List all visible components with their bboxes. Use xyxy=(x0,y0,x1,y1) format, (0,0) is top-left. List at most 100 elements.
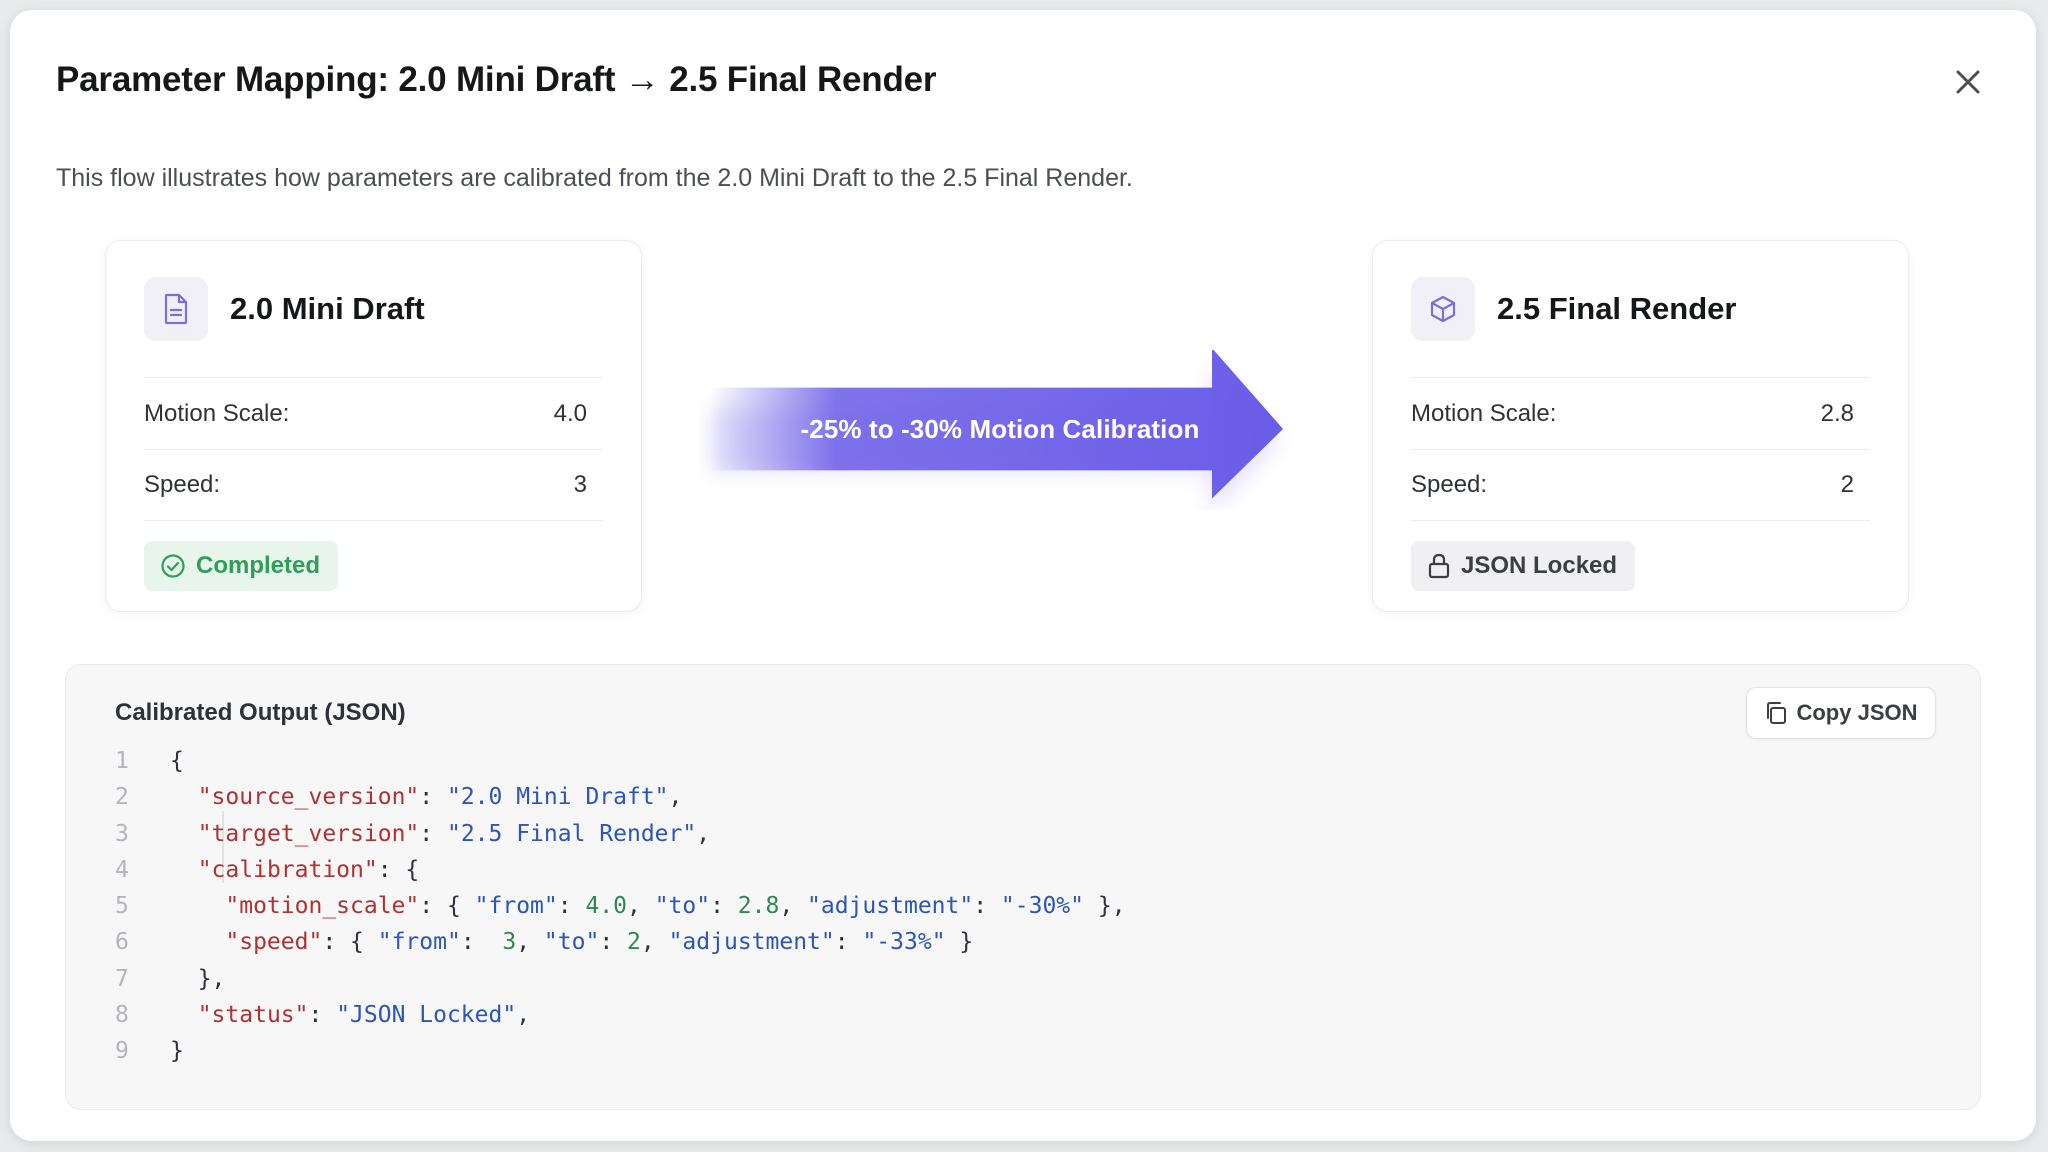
code-line: 9} xyxy=(115,1033,1960,1069)
target-motion-scale-label: Motion Scale: xyxy=(1411,399,1557,427)
source-motion-scale-value: 4.0 xyxy=(553,399,587,427)
code-token: , xyxy=(668,784,683,811)
code-token: : xyxy=(599,929,628,956)
code-token: "adjustment" xyxy=(668,929,835,956)
code-token: "motion_scale" xyxy=(225,893,420,920)
code-token: 3 xyxy=(502,929,517,956)
code-line: 8 "status": "JSON Locked", xyxy=(115,997,1960,1033)
code-line: 2 "source_version": "2.0 Mini Draft", xyxy=(115,779,1960,815)
json-locked-label: JSON Locked xyxy=(1461,552,1618,579)
copy-icon xyxy=(1767,702,1787,724)
copy-json-button[interactable]: Copy JSON xyxy=(1746,687,1936,739)
source-speed-value: 3 xyxy=(573,471,587,498)
code-token: : xyxy=(557,893,586,920)
code-token: : xyxy=(973,893,1001,920)
line-number: 7 xyxy=(115,965,129,992)
code-line: 3 "target_version": "2.5 Final Render", xyxy=(115,816,1960,852)
code-token: : { xyxy=(322,929,378,956)
line-number: 3 xyxy=(115,820,129,847)
code-line: 4 "calibration": { xyxy=(115,852,1960,888)
code-token: 4.0 xyxy=(585,893,627,920)
json-locked-badge: JSON Locked xyxy=(1411,541,1636,591)
code-token: , xyxy=(627,893,655,920)
code-token: } xyxy=(170,1038,184,1065)
dialog-description: This flow illustrates how parameters are… xyxy=(56,164,1133,192)
code-token: { xyxy=(170,748,184,774)
lock-icon xyxy=(1428,553,1450,579)
code-line: 7 }, xyxy=(115,961,1960,997)
parameter-mapping-dialog: Parameter Mapping: 2.0 Mini Draft → 2.5 … xyxy=(10,10,2036,1141)
close-button[interactable] xyxy=(1948,62,1988,102)
cube-icon xyxy=(1411,277,1475,341)
check-circle-icon xyxy=(161,554,185,578)
code-token: }, xyxy=(170,965,226,992)
completed-badge-label: Completed xyxy=(196,552,321,579)
source-card-header: 2.0 Mini Draft xyxy=(144,277,603,341)
line-number: 8 xyxy=(115,1002,129,1029)
source-motion-scale-label: Motion Scale: xyxy=(144,399,290,427)
code-token: , xyxy=(696,820,711,847)
code-token: : xyxy=(419,820,447,847)
code-token: "from" xyxy=(377,929,461,956)
code-token: : xyxy=(308,1002,337,1029)
code-line: 1{ xyxy=(115,743,1960,779)
line-number: 9 xyxy=(115,1038,129,1065)
close-icon xyxy=(1956,70,1980,94)
code-token: "source_version" xyxy=(197,784,420,811)
code-token: }, xyxy=(1084,893,1126,920)
code-token: , xyxy=(516,1002,531,1029)
code-token: "to" xyxy=(654,893,711,920)
target-speed-value: 2 xyxy=(1840,471,1854,498)
code-token: 2 xyxy=(627,929,641,956)
copy-json-label: Copy JSON xyxy=(1796,700,1918,725)
code-token: "2.0 Mini Draft" xyxy=(446,784,669,811)
code-token: 2.8 xyxy=(737,893,780,920)
dialog-title: Parameter Mapping: 2.0 Mini Draft → 2.5 … xyxy=(56,60,937,99)
calibration-label: -25% to -30% Motion Calibration xyxy=(800,414,1200,444)
line-number: 6 xyxy=(115,929,129,956)
code-token: , xyxy=(516,929,544,956)
code-token: "adjustment" xyxy=(807,893,974,920)
code-token: , xyxy=(640,929,669,956)
code-token: "calibration" xyxy=(197,856,378,883)
code-token: : { xyxy=(419,893,475,920)
code-token: : xyxy=(834,929,863,956)
line-number: 1 xyxy=(115,748,129,774)
target-card: 2.5 Final Render Motion Scale: 2.8 Speed… xyxy=(1372,240,1909,612)
code-token: "from" xyxy=(474,893,558,920)
code-token: : xyxy=(419,784,447,811)
target-speed-label: Speed: xyxy=(1411,471,1488,498)
code-token: : xyxy=(460,929,503,956)
code-token: "status" xyxy=(197,1002,309,1029)
code-token: } xyxy=(945,929,974,956)
code-token: "to" xyxy=(543,929,600,956)
code-token: "-30%" xyxy=(1000,893,1085,920)
completed-badge: Completed xyxy=(144,541,339,591)
code-token: : xyxy=(710,893,738,920)
code-token: "target_version" xyxy=(197,820,420,847)
code-token: "2.5 Final Render" xyxy=(446,820,697,847)
code-line: 5 "motion_scale": { "from": 4.0, "to": 2… xyxy=(115,888,1960,924)
json-panel-title: Calibrated Output (JSON) xyxy=(115,699,406,726)
source-motion-scale-row: Motion Scale: 4.0 xyxy=(144,377,603,449)
source-speed-label: Speed: xyxy=(144,471,221,498)
json-output-panel: Calibrated Output (JSON) Copy JSON 1{2 "… xyxy=(65,664,1981,1110)
target-motion-scale-value: 2.8 xyxy=(1820,399,1854,427)
target-motion-scale-row: Motion Scale: 2.8 xyxy=(1411,377,1870,449)
source-speed-row: Speed: 3 xyxy=(144,449,603,521)
code-token: "JSON Locked" xyxy=(336,1002,517,1029)
target-speed-row: Speed: 2 xyxy=(1411,449,1870,521)
calibration-arrow: -25% to -30% Motion Calibration xyxy=(700,348,1300,514)
line-number: 5 xyxy=(115,893,129,920)
code-token: "speed" xyxy=(225,929,323,956)
line-number: 2 xyxy=(115,784,129,811)
code-token: , xyxy=(779,893,808,920)
code-token: "-33%" xyxy=(862,929,946,956)
source-card: 2.0 Mini Draft Motion Scale: 4.0 Speed: … xyxy=(105,240,642,612)
